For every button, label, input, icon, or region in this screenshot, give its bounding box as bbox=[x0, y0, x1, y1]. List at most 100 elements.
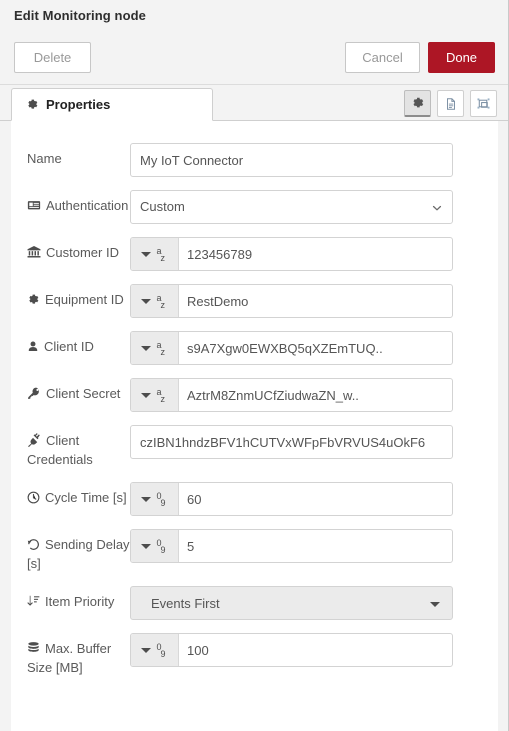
form-row-client_secret: Client Secret a z bbox=[11, 378, 498, 412]
form-row-cycle_time: Cycle Time [s] 0 9 bbox=[11, 482, 498, 516]
description-view-button[interactable] bbox=[437, 90, 464, 117]
form-row-client_id: Client ID a z bbox=[11, 331, 498, 365]
clock-icon bbox=[27, 491, 40, 504]
typed-input-type-button-cycle_time[interactable]: 09 bbox=[131, 483, 179, 515]
caret-down-icon bbox=[140, 298, 151, 304]
select-value-item_priority: Events First bbox=[151, 595, 220, 611]
label-text-equipment_id: Equipment ID bbox=[45, 292, 124, 307]
input-customer_id[interactable] bbox=[179, 238, 452, 270]
bank-icon bbox=[27, 245, 41, 259]
typed-input-client_secret: az bbox=[130, 378, 453, 412]
dialog-header: Edit Monitoring node bbox=[0, 0, 509, 30]
field-item_priority: Events First bbox=[130, 586, 498, 620]
cancel-button[interactable]: Cancel bbox=[345, 41, 420, 73]
label-text-cycle_time: Cycle Time [s] bbox=[45, 490, 127, 505]
typed-input-type-button-max_buffer_size[interactable]: 09 bbox=[131, 634, 179, 666]
done-button[interactable]: Done bbox=[428, 41, 495, 73]
label-client_secret: Client Secret bbox=[27, 378, 130, 403]
label-text-item_priority: Item Priority bbox=[45, 594, 115, 609]
form-rows: NameAuthenticationCustomCustomer IDazEqu… bbox=[11, 121, 498, 731]
label-authentication: Authentication bbox=[27, 190, 130, 215]
id-card-icon bbox=[27, 198, 41, 212]
typed-input-type-glyph: az bbox=[156, 387, 166, 404]
caret-down-icon bbox=[140, 647, 151, 653]
typed-input-type-glyph: 09 bbox=[156, 491, 166, 508]
typed-input-client_id: az bbox=[130, 331, 453, 365]
form-row-authentication: Authentication Custom bbox=[11, 190, 498, 224]
input-sending_delay[interactable] bbox=[179, 530, 452, 562]
sort-numeric-icon bbox=[27, 594, 40, 608]
tab-icon-buttons bbox=[404, 90, 497, 117]
form-row-client_credentials: Client Credentials bbox=[11, 425, 498, 469]
field-cycle_time: 09 bbox=[130, 482, 498, 516]
history-icon bbox=[27, 538, 40, 551]
label-max_buffer_size: Max. Buffer Size [MB] bbox=[27, 633, 130, 677]
field-authentication: Custom bbox=[130, 190, 498, 224]
typed-input-type-button-client_id[interactable]: az bbox=[131, 332, 179, 364]
properties-form: NameAuthenticationCustomCustomer IDazEqu… bbox=[0, 121, 509, 731]
typed-input-equipment_id: az bbox=[130, 284, 453, 318]
caret-down-icon bbox=[140, 392, 151, 398]
field-customer_id: az bbox=[130, 237, 498, 271]
typed-input-cycle_time: 09 bbox=[130, 482, 453, 516]
label-client_credentials: Client Credentials bbox=[27, 425, 130, 469]
tab-properties[interactable]: Properties bbox=[11, 88, 213, 121]
label-cycle_time: Cycle Time [s] bbox=[27, 482, 130, 507]
field-name bbox=[130, 143, 498, 177]
node-appearance-icon bbox=[476, 96, 491, 111]
caret-down-icon bbox=[140, 496, 151, 502]
label-text-authentication: Authentication bbox=[46, 198, 129, 213]
typed-input-type-glyph: az bbox=[156, 293, 166, 310]
typed-input-max_buffer_size: 09 bbox=[130, 633, 453, 667]
properties-view-button[interactable] bbox=[404, 90, 431, 117]
typed-input-customer_id: az bbox=[130, 237, 453, 271]
label-text-sending_delay: Sending Delay [s] bbox=[27, 537, 130, 571]
label-text-client_id: Client ID bbox=[44, 339, 94, 354]
input-client_credentials[interactable] bbox=[130, 425, 453, 459]
input-client_secret[interactable] bbox=[179, 379, 452, 411]
plug-icon bbox=[27, 433, 41, 447]
input-equipment_id[interactable] bbox=[179, 285, 452, 317]
form-row-max_buffer_size: Max. Buffer Size [MB] 0 9 bbox=[11, 633, 498, 677]
gear-icon bbox=[27, 293, 40, 306]
tab-bar: Properties bbox=[0, 85, 509, 121]
typed-input-sending_delay: 09 bbox=[130, 529, 453, 563]
select-authentication[interactable]: Custom bbox=[130, 190, 453, 224]
caret-down-icon bbox=[430, 602, 440, 607]
select-wrap-authentication: Custom bbox=[130, 190, 453, 224]
input-max_buffer_size[interactable] bbox=[179, 634, 452, 666]
field-client_secret: az bbox=[130, 378, 498, 412]
input-name[interactable] bbox=[130, 143, 453, 177]
label-text-name: Name bbox=[27, 151, 62, 166]
form-row-item_priority: Item Priority Events First bbox=[11, 586, 498, 620]
typed-input-type-button-client_secret[interactable]: az bbox=[131, 379, 179, 411]
tab-properties-label: Properties bbox=[46, 97, 111, 112]
caret-down-icon bbox=[140, 251, 151, 257]
field-client_credentials bbox=[130, 425, 498, 459]
typed-input-type-button-equipment_id[interactable]: az bbox=[131, 285, 179, 317]
form-row-customer_id: Customer ID a z bbox=[11, 237, 498, 271]
typed-input-type-button-customer_id[interactable]: az bbox=[131, 238, 179, 270]
gear-icon bbox=[26, 98, 39, 111]
label-item_priority: Item Priority bbox=[27, 586, 130, 611]
edit-node-dialog: Edit Monitoring node Delete Cancel Done … bbox=[0, 0, 509, 731]
form-row-name: Name bbox=[11, 143, 498, 177]
field-max_buffer_size: 09 bbox=[130, 633, 498, 667]
typed-input-type-glyph: 09 bbox=[156, 538, 166, 555]
appearance-view-button[interactable] bbox=[470, 90, 497, 117]
caret-down-icon bbox=[140, 345, 151, 351]
label-customer_id: Customer ID bbox=[27, 237, 130, 262]
input-client_id[interactable] bbox=[179, 332, 452, 364]
field-sending_delay: 09 bbox=[130, 529, 498, 563]
label-text-client_secret: Client Secret bbox=[46, 386, 121, 401]
typed-input-type-glyph: az bbox=[156, 340, 166, 357]
label-sending_delay: Sending Delay [s] bbox=[27, 529, 130, 573]
delete-button[interactable]: Delete bbox=[14, 41, 91, 73]
label-client_id: Client ID bbox=[27, 331, 130, 356]
select-item_priority[interactable]: Events First bbox=[130, 586, 453, 620]
typed-input-type-button-sending_delay[interactable]: 09 bbox=[131, 530, 179, 562]
gear-icon bbox=[411, 96, 425, 110]
input-cycle_time[interactable] bbox=[179, 483, 452, 515]
document-icon bbox=[444, 97, 458, 111]
key-icon bbox=[27, 386, 41, 400]
